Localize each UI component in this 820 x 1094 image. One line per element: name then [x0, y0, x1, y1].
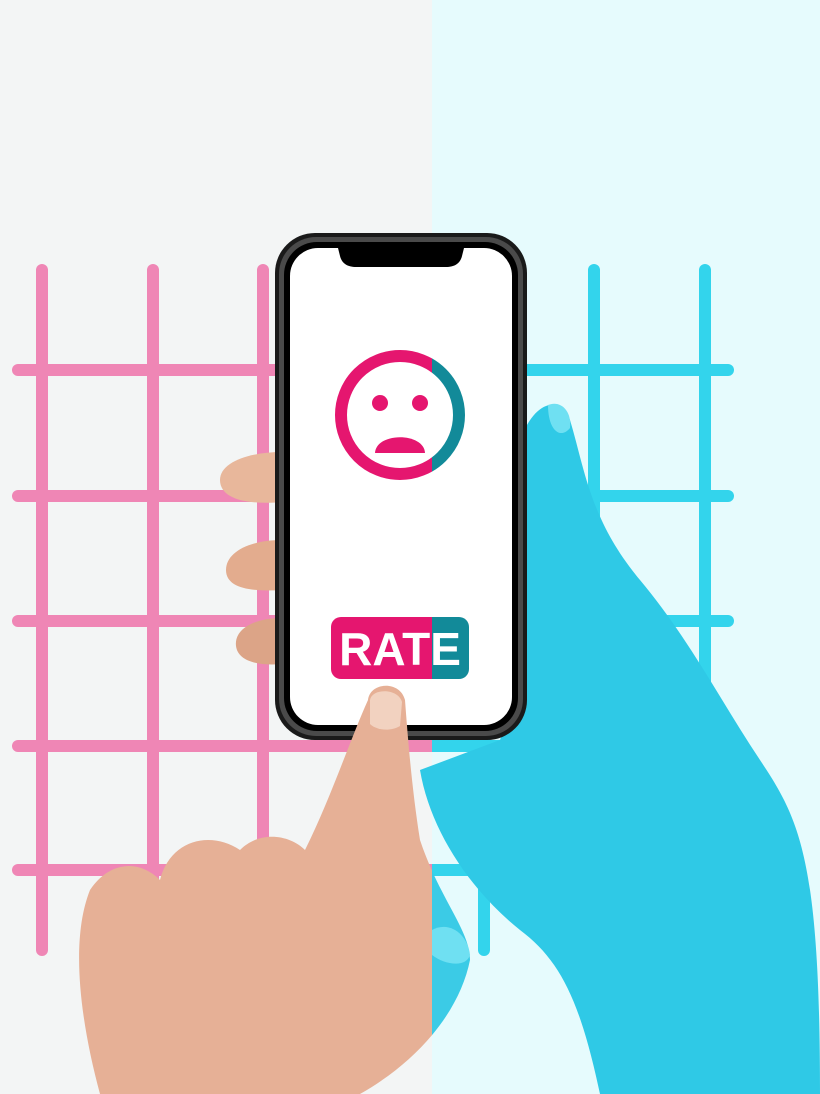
phone-notch	[338, 248, 464, 267]
illustration-canvas: RATE	[12, 233, 820, 1094]
rate-button-label: RATE	[339, 623, 461, 675]
holding-fingers	[220, 452, 282, 665]
hero-illustration: RATE	[0, 0, 820, 1094]
rate-button[interactable]: RATE	[331, 617, 469, 679]
